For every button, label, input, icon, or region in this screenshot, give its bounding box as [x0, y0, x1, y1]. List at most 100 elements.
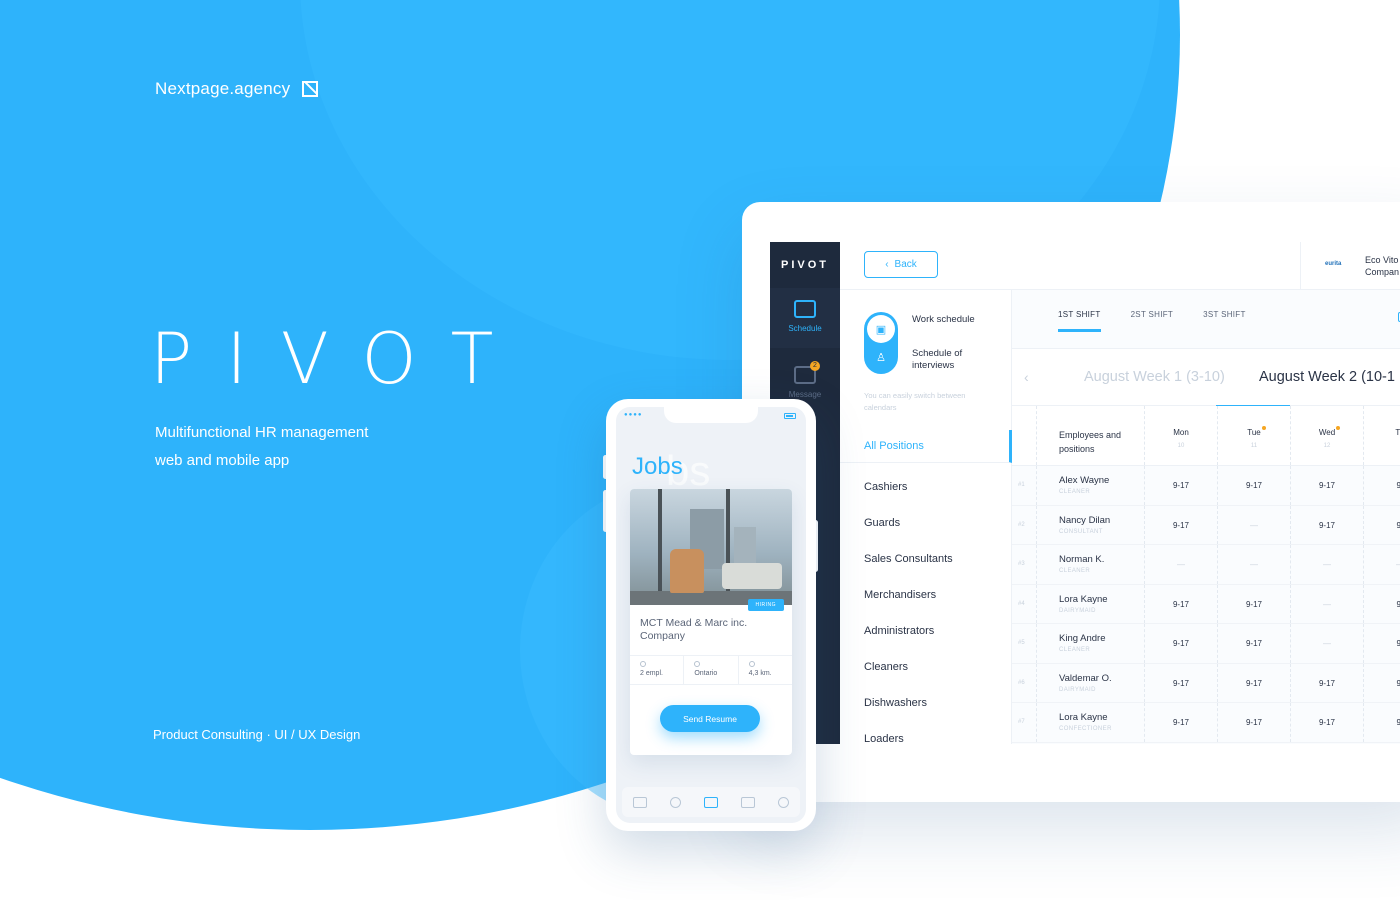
shift-cell[interactable]: —	[1217, 505, 1290, 544]
shift-cell[interactable]: 9-17	[1144, 624, 1217, 663]
calendar-toggle[interactable]: ▣ ♙	[864, 312, 898, 374]
subtitle-line: web and mobile app	[155, 452, 290, 469]
employee-cell[interactable]: Nancy Dilan CONSULTANT	[1036, 505, 1144, 544]
table-row[interactable]: #5King AndreCLEANER9-179-17—9-	[1012, 624, 1400, 664]
toggle-option-interviews[interactable]: Schedule of interviews	[912, 348, 992, 372]
shift-cell[interactable]: 9-17	[1144, 663, 1217, 702]
shift-cell[interactable]: 9-	[1363, 584, 1400, 623]
week-previous[interactable]: August Week 1 (3-10)	[1084, 369, 1225, 385]
tab-shift-2[interactable]: 2ST SHIFT	[1131, 310, 1174, 332]
send-resume-button[interactable]: Send Resume	[660, 705, 760, 732]
employee-cell[interactable]: Alex Wayne CLEANER	[1036, 466, 1144, 505]
chevron-left-icon[interactable]: ‹	[1024, 369, 1029, 385]
employee-role: CONFECTIONER	[1059, 726, 1112, 732]
services-caption: Product Consulting · UI / UX Design	[153, 727, 361, 742]
meta-value: 2 empl.	[640, 670, 663, 677]
topbar: ‹ Back eurita Eco Vito Compan	[840, 242, 1400, 290]
shift-cell[interactable]: 9-	[1363, 466, 1400, 505]
people-icon[interactable]	[670, 796, 682, 808]
shift-cell[interactable]: 9-	[1363, 505, 1400, 544]
position-item[interactable]: Sales Consultants	[840, 541, 1012, 577]
employee-cell[interactable]: Lora Kayne CONFECTIONER	[1036, 703, 1144, 742]
header-day[interactable]: Th	[1363, 406, 1400, 465]
job-card[interactable]: HIRING MCT Mead & Marc inc. Company 2 em…	[630, 489, 792, 755]
position-item[interactable]: Cashiers	[840, 469, 1012, 505]
tab-shift-3[interactable]: 3ST SHIFT	[1203, 310, 1246, 332]
table-row[interactable]: #6Valdemar O.DAIRYMAID9-179-179-179-	[1012, 663, 1400, 703]
shift-cell[interactable]: 9-	[1363, 624, 1400, 663]
shift-cell[interactable]: 9-	[1363, 703, 1400, 742]
position-item[interactable]: Loaders	[840, 721, 1012, 757]
day-name: Tue	[1247, 428, 1261, 437]
employee-cell[interactable]: Norman K. CLEANER	[1036, 545, 1144, 584]
meta-employees: 2 empl.	[630, 656, 685, 684]
row-number: #5	[1018, 640, 1025, 646]
shift-cell[interactable]: —	[1217, 545, 1290, 584]
shift-cell[interactable]: 9-17	[1290, 466, 1363, 505]
briefcase-icon[interactable]	[703, 796, 718, 808]
shift-cell[interactable]: —	[1144, 545, 1217, 584]
agency-brand[interactable]: Nextpage.agency	[155, 79, 319, 99]
shift-cell[interactable]: 9-17	[1144, 584, 1217, 623]
employee-cell[interactable]: Valdemar O. DAIRYMAID	[1036, 663, 1144, 702]
back-button[interactable]: ‹ Back	[864, 251, 938, 278]
sidebar-logo[interactable]: PIVOT	[770, 242, 840, 288]
table-row[interactable]: #7Lora KayneCONFECTIONER9-179-179-179-	[1012, 703, 1400, 743]
table-row[interactable]: #4Lora KayneDAIRYMAID9-179-17—9-	[1012, 584, 1400, 624]
sidebar-item-schedule[interactable]: Schedule	[770, 288, 840, 348]
day-name: Wed	[1318, 428, 1336, 437]
shift-cell[interactable]: 9-17	[1217, 663, 1290, 702]
shift-cell[interactable]: 9-17	[1144, 466, 1217, 505]
employee-name: Valdemar O.	[1059, 672, 1112, 684]
envelope-icon[interactable]	[740, 796, 755, 808]
shift-cell[interactable]: 9-17	[1217, 584, 1290, 623]
position-item[interactable]: Administrators	[840, 613, 1012, 649]
schedule-grid: Employees and positions Mon 10 Tue 11 Wed 1…	[1012, 406, 1400, 743]
desktop-app-frame: PIVOT Schedule 2 Message ‹ Back eurita E…	[742, 202, 1400, 802]
position-item[interactable]: Cleaners	[840, 649, 1012, 685]
meta-location: Ontario	[684, 656, 739, 684]
mobile-screen: ●●●● bs Jobs HIRING MCT Mead & Marc inc.…	[616, 407, 806, 823]
table-row[interactable]: #1Alex WayneCLEANER9-179-179-179-	[1012, 466, 1400, 506]
notification-badge: 2	[810, 361, 820, 371]
calendar-icon[interactable]	[633, 796, 648, 808]
header-day[interactable]: Wed 12	[1290, 406, 1363, 465]
position-item[interactable]: Dishwashers	[840, 685, 1012, 721]
shift-cell[interactable]: 9-17	[1290, 505, 1363, 544]
header-day[interactable]: Mon 10	[1144, 406, 1217, 465]
shift-cell[interactable]: 9-17	[1217, 703, 1290, 742]
day-number: 12	[1323, 443, 1331, 449]
mobile-app-frame: ●●●● bs Jobs HIRING MCT Mead & Marc inc.…	[606, 399, 816, 831]
employee-cell[interactable]: Lora Kayne DAIRYMAID	[1036, 584, 1144, 623]
position-item[interactable]: Merchandisers	[840, 577, 1012, 613]
company-switcher[interactable]: eurita Eco Vito Compan	[1300, 242, 1399, 290]
user-add-icon[interactable]	[777, 796, 789, 808]
row-number: #3	[1018, 561, 1025, 567]
agency-name: Nextpage.agency	[155, 79, 291, 98]
shift-cell[interactable]: 9-17	[1144, 505, 1217, 544]
job-company: MCT Mead & Marc inc. Company	[640, 617, 748, 642]
toggle-option-work[interactable]: Work schedule	[912, 314, 992, 326]
tab-shift-1[interactable]: 1ST SHIFT	[1058, 310, 1101, 332]
shift-cell[interactable]: —	[1290, 624, 1363, 663]
position-item[interactable]: All Positions	[840, 430, 1012, 463]
employee-cell[interactable]: King Andre CLEANER	[1036, 624, 1144, 663]
briefcase-icon: ▣	[867, 315, 895, 343]
employee-name: Lora Kayne	[1059, 593, 1108, 605]
position-item[interactable]: Guards	[840, 505, 1012, 541]
shift-cell[interactable]: —	[1290, 584, 1363, 623]
shift-cell[interactable]: 9-17	[1144, 703, 1217, 742]
sidebar-item-message[interactable]: 2 Message	[770, 361, 840, 399]
table-row[interactable]: #2Nancy DilanCONSULTANT9-17—9-179-	[1012, 505, 1400, 545]
shift-cell[interactable]: —	[1290, 545, 1363, 584]
shift-cell[interactable]: 9-17	[1290, 663, 1363, 702]
table-row[interactable]: #3Norman K.CLEANER————	[1012, 545, 1400, 585]
shift-cell[interactable]: 9-17	[1217, 466, 1290, 505]
header-day[interactable]: Tue 11	[1217, 406, 1290, 465]
shift-tabs: 1ST SHIFT 2ST SHIFT 3ST SHIFT	[1058, 310, 1246, 332]
calendar-icon	[794, 300, 816, 318]
shift-cell[interactable]: 9-	[1363, 663, 1400, 702]
shift-cell[interactable]: 9-17	[1217, 624, 1290, 663]
shift-cell[interactable]: —	[1363, 545, 1400, 584]
shift-cell[interactable]: 9-17	[1290, 703, 1363, 742]
